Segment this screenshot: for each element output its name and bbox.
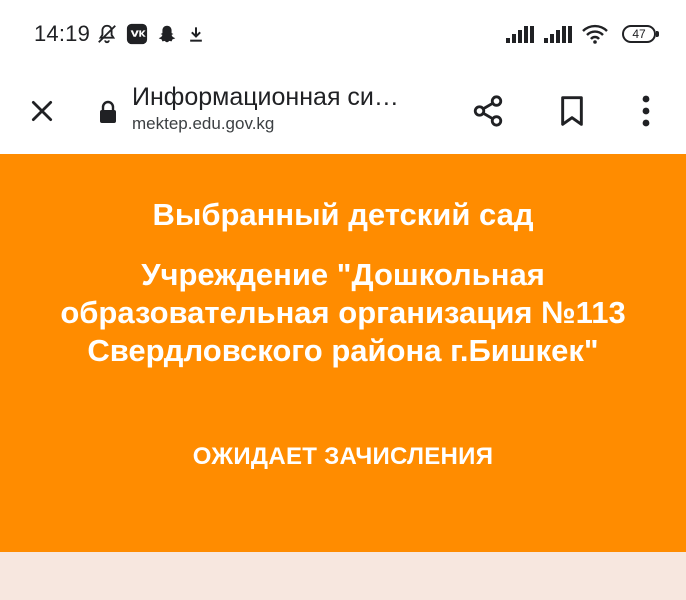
status-left: 14:19 <box>34 21 214 47</box>
close-button[interactable] <box>20 68 64 154</box>
battery-level: 47 <box>632 27 646 41</box>
bookmark-icon <box>561 96 583 126</box>
clock: 14:19 <box>34 21 91 46</box>
lock-icon[interactable] <box>98 100 118 129</box>
more-options-button[interactable] <box>624 68 668 154</box>
vk-icon <box>126 23 148 45</box>
content-area <box>0 552 686 600</box>
share-button[interactable] <box>464 68 512 154</box>
custom-tab-toolbar: Информационная си… mektep.edu.gov.kg <box>0 68 686 154</box>
enrollment-status: ОЖИДАЕТ ЗАЧИСЛЕНИЯ <box>192 443 494 470</box>
snapchat-icon <box>156 23 178 45</box>
battery-indicator: 47 <box>622 25 659 43</box>
url-block[interactable]: Информационная си… mektep.edu.gov.kg <box>132 82 432 136</box>
kindergarten-name-line: Учреждение "Дошкольная <box>141 257 545 292</box>
signal-icon <box>544 25 574 43</box>
status-right: 47 <box>506 24 659 44</box>
signal-icon <box>506 25 536 43</box>
muted-notifications-icon <box>96 23 118 45</box>
kindergarten-name-line: Свердловского района г.Бишкек" <box>87 333 599 368</box>
kindergarten-name-line: образовательная организация №113 <box>60 295 626 330</box>
download-icon <box>186 24 206 44</box>
page-title: Информационная си… <box>132 83 399 111</box>
phone-screen: 14:19 47 Информационная си… mektep.edu.g… <box>0 0 686 600</box>
close-icon <box>31 100 53 122</box>
kindergarten-name: Учреждение "Дошкольная образовательная о… <box>0 256 686 370</box>
bookmark-button[interactable] <box>548 68 596 154</box>
status-bar: 14:19 47 <box>0 0 686 68</box>
selected-kindergarten-banner: Выбранный детский сад Учреждение "Дошкол… <box>0 154 686 552</box>
page-domain: mektep.edu.gov.kg <box>132 114 275 133</box>
share-icon <box>473 95 503 127</box>
wifi-icon <box>582 24 608 44</box>
banner-heading: Выбранный детский сад <box>152 197 534 232</box>
more-vert-icon <box>642 95 650 127</box>
